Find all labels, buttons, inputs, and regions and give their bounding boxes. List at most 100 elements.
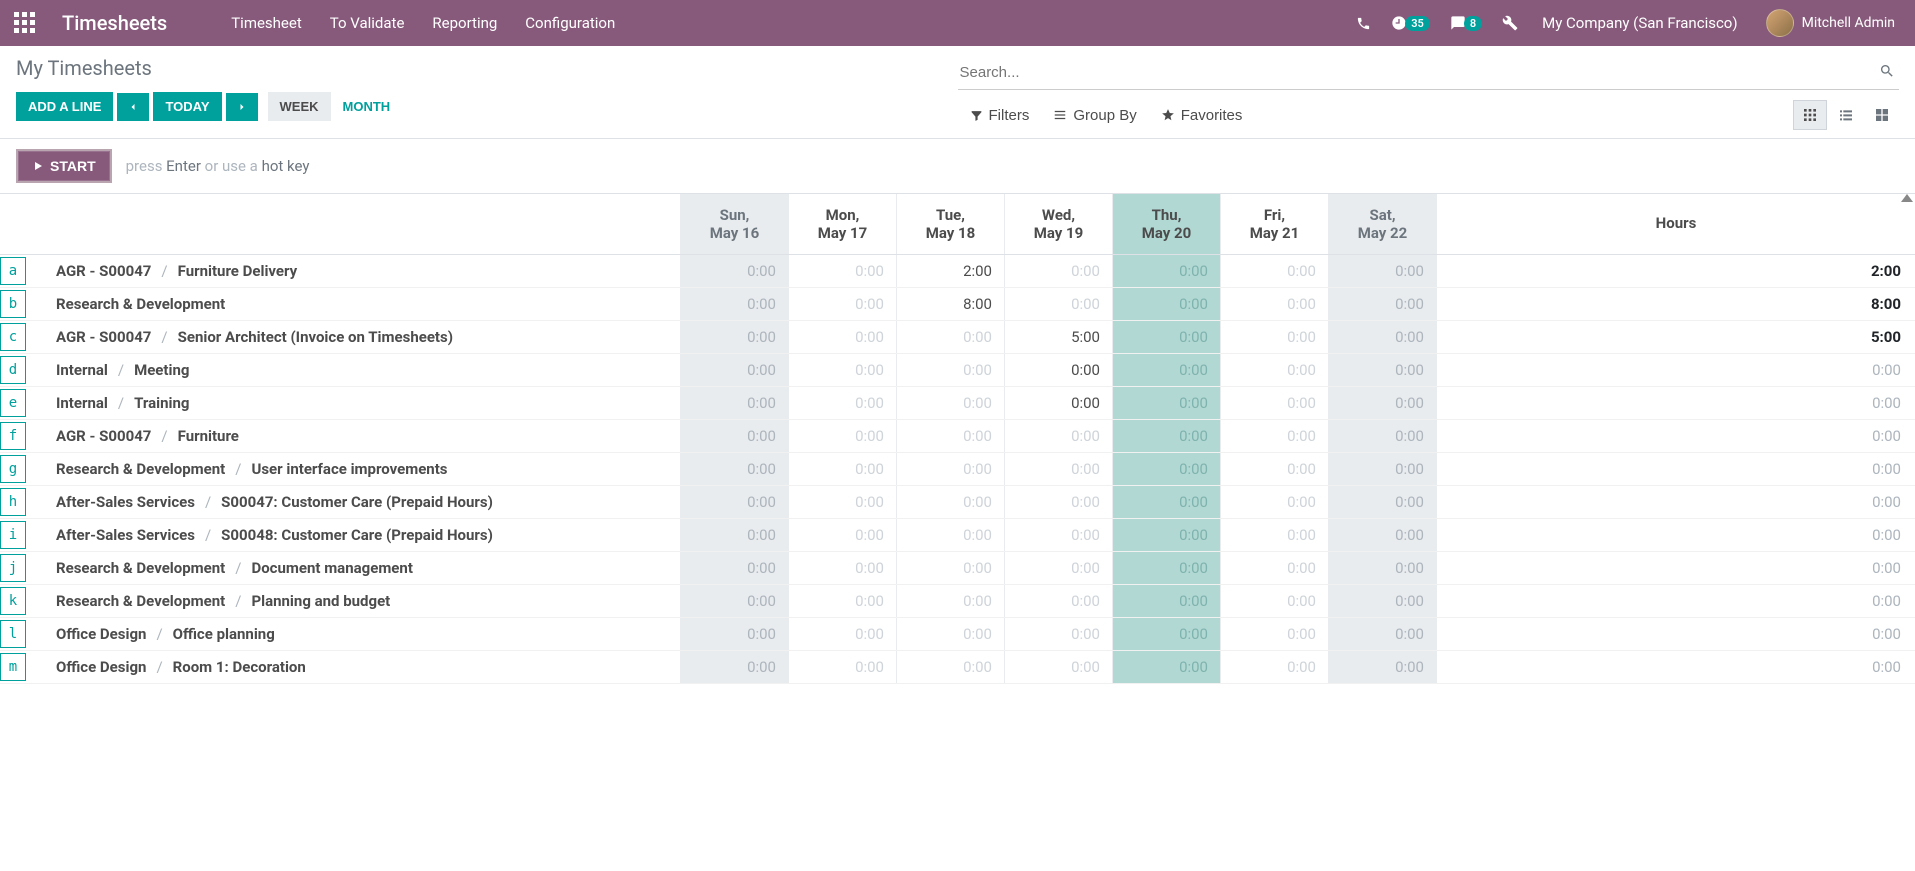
time-cell[interactable]: 0:00 <box>1112 486 1220 518</box>
scrollbar[interactable] <box>1900 194 1915 684</box>
time-cell[interactable]: 0:00 <box>1328 255 1436 287</box>
time-cell[interactable]: 0:00 <box>1004 585 1112 617</box>
time-cell[interactable]: 0:00 <box>680 486 788 518</box>
search-icon[interactable] <box>1875 63 1899 83</box>
time-cell[interactable]: 0:00 <box>1220 255 1328 287</box>
time-cell[interactable]: 0:00 <box>896 354 1004 386</box>
time-cell[interactable]: 0:00 <box>680 354 788 386</box>
time-cell[interactable]: 0:00 <box>680 651 788 683</box>
row-hotkey[interactable]: m <box>0 653 26 681</box>
time-cell[interactable]: 0:00 <box>1220 486 1328 518</box>
time-cell[interactable]: 0:00 <box>1220 321 1328 353</box>
view-kanban-button[interactable] <box>1865 100 1899 130</box>
time-cell[interactable]: 0:00 <box>788 387 896 419</box>
time-cell[interactable]: 0:00 <box>1004 618 1112 650</box>
time-cell[interactable]: 0:00 <box>680 453 788 485</box>
time-cell[interactable]: 0:00 <box>1220 618 1328 650</box>
time-cell[interactable]: 0:00 <box>1328 618 1436 650</box>
row-label[interactable]: Office Design/Office planning <box>28 618 680 650</box>
favorites-button[interactable]: Favorites <box>1149 103 1255 128</box>
time-cell[interactable]: 0:00 <box>1220 519 1328 551</box>
view-list-button[interactable] <box>1829 100 1863 130</box>
period-month-button[interactable]: MONTH <box>331 92 403 121</box>
time-cell[interactable]: 0:00 <box>1220 552 1328 584</box>
company-selector[interactable]: My Company (San Francisco) <box>1528 14 1751 32</box>
time-cell[interactable]: 0:00 <box>896 453 1004 485</box>
row-label[interactable]: Research & Development/Planning and budg… <box>28 585 680 617</box>
row-hotkey[interactable]: d <box>0 356 26 384</box>
time-cell[interactable]: 0:00 <box>1004 519 1112 551</box>
nav-item-reporting[interactable]: Reporting <box>418 0 511 46</box>
row-hotkey[interactable]: g <box>0 455 26 483</box>
time-cell[interactable]: 0:00 <box>1004 420 1112 452</box>
row-hotkey[interactable]: h <box>0 488 26 516</box>
time-cell[interactable]: 0:00 <box>896 486 1004 518</box>
time-cell[interactable]: 0:00 <box>680 618 788 650</box>
tools-icon[interactable] <box>1492 0 1528 46</box>
time-cell[interactable]: 0:00 <box>680 321 788 353</box>
time-cell[interactable]: 0:00 <box>1004 387 1112 419</box>
time-cell[interactable]: 0:00 <box>788 420 896 452</box>
time-cell[interactable]: 0:00 <box>1328 321 1436 353</box>
time-cell[interactable]: 0:00 <box>1112 651 1220 683</box>
row-label[interactable]: Research & Development/User interface im… <box>28 453 680 485</box>
row-hotkey[interactable]: b <box>0 290 26 318</box>
time-cell[interactable]: 0:00 <box>1112 552 1220 584</box>
time-cell[interactable]: 0:00 <box>1220 420 1328 452</box>
time-cell[interactable]: 0:00 <box>1328 486 1436 518</box>
user-menu[interactable]: Mitchell Admin <box>1752 9 1901 37</box>
time-cell[interactable]: 0:00 <box>1112 618 1220 650</box>
time-cell[interactable]: 0:00 <box>1220 387 1328 419</box>
activity-icon[interactable]: 35 <box>1381 0 1440 46</box>
time-cell[interactable]: 0:00 <box>1004 354 1112 386</box>
row-hotkey[interactable]: e <box>0 389 26 417</box>
time-cell[interactable]: 5:00 <box>1004 321 1112 353</box>
time-cell[interactable]: 0:00 <box>1328 453 1436 485</box>
row-label[interactable]: AGR - S00047/Senior Architect (Invoice o… <box>28 321 680 353</box>
row-hotkey[interactable]: c <box>0 323 26 351</box>
time-cell[interactable]: 0:00 <box>788 618 896 650</box>
app-brand[interactable]: Timesheets <box>62 11 167 35</box>
time-cell[interactable]: 0:00 <box>1220 651 1328 683</box>
time-cell[interactable]: 0:00 <box>1004 453 1112 485</box>
time-cell[interactable]: 0:00 <box>1112 453 1220 485</box>
time-cell[interactable]: 0:00 <box>1112 519 1220 551</box>
time-cell[interactable]: 0:00 <box>896 585 1004 617</box>
time-cell[interactable]: 0:00 <box>680 585 788 617</box>
time-cell[interactable]: 0:00 <box>1004 651 1112 683</box>
nav-item-timesheet[interactable]: Timesheet <box>217 0 316 46</box>
time-cell[interactable]: 0:00 <box>1112 387 1220 419</box>
time-cell[interactable]: 0:00 <box>1328 288 1436 320</box>
groupby-button[interactable]: Group By <box>1041 103 1148 128</box>
time-cell[interactable]: 0:00 <box>1112 321 1220 353</box>
nav-item-configuration[interactable]: Configuration <box>511 0 629 46</box>
time-cell[interactable]: 0:00 <box>788 321 896 353</box>
time-cell[interactable]: 0:00 <box>1328 354 1436 386</box>
row-hotkey[interactable]: a <box>0 257 26 285</box>
time-cell[interactable]: 0:00 <box>896 519 1004 551</box>
time-cell[interactable]: 0:00 <box>1004 486 1112 518</box>
time-cell[interactable]: 0:00 <box>680 387 788 419</box>
time-cell[interactable]: 0:00 <box>1112 255 1220 287</box>
time-cell[interactable]: 0:00 <box>896 387 1004 419</box>
time-cell[interactable]: 0:00 <box>788 486 896 518</box>
time-cell[interactable]: 0:00 <box>788 354 896 386</box>
time-cell[interactable]: 0:00 <box>1112 288 1220 320</box>
time-cell[interactable]: 0:00 <box>896 321 1004 353</box>
time-cell[interactable]: 0:00 <box>788 288 896 320</box>
time-cell[interactable]: 8:00 <box>896 288 1004 320</box>
time-cell[interactable]: 0:00 <box>1328 585 1436 617</box>
time-cell[interactable]: 0:00 <box>1112 585 1220 617</box>
time-cell[interactable]: 0:00 <box>1004 255 1112 287</box>
time-cell[interactable]: 0:00 <box>680 288 788 320</box>
time-cell[interactable]: 0:00 <box>1220 288 1328 320</box>
row-label[interactable]: After-Sales Services/S00047: Customer Ca… <box>28 486 680 518</box>
row-hotkey[interactable]: l <box>0 620 26 648</box>
time-cell[interactable]: 0:00 <box>788 585 896 617</box>
time-cell[interactable]: 0:00 <box>788 519 896 551</box>
row-label[interactable]: Internal/Training <box>28 387 680 419</box>
time-cell[interactable]: 0:00 <box>1112 354 1220 386</box>
time-cell[interactable]: 0:00 <box>788 255 896 287</box>
row-label[interactable]: AGR - S00047/Furniture Delivery <box>28 255 680 287</box>
row-label[interactable]: Research & Development <box>28 288 680 320</box>
